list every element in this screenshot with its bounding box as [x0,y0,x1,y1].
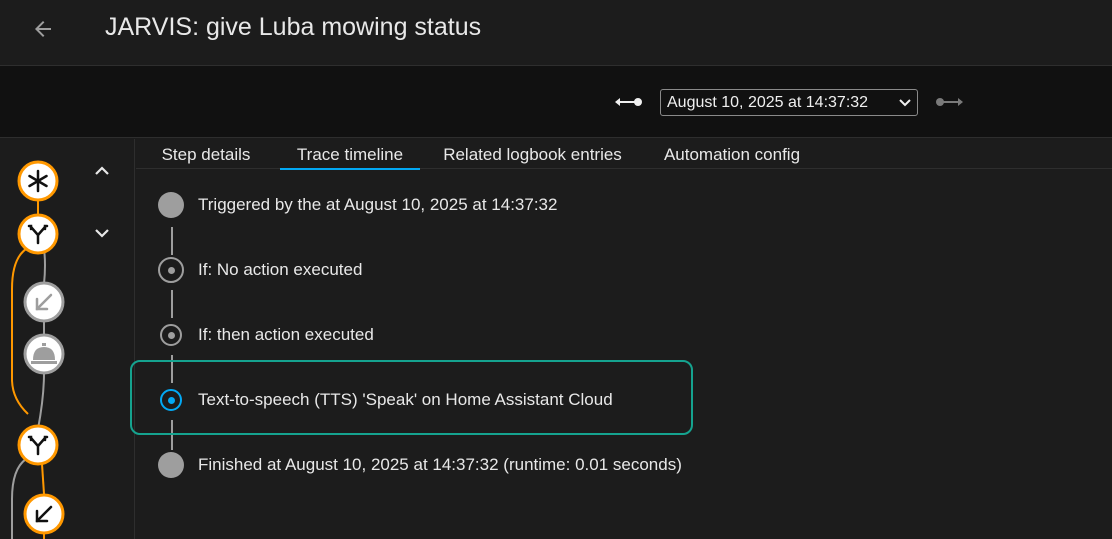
trigger-node[interactable] [17,160,59,202]
tab-trace-timeline[interactable]: Trace timeline [280,139,420,170]
timeline-entry[interactable]: If: No action executed [136,255,1036,285]
timeline-ring-icon [158,257,184,283]
timeline-entry-text: Triggered by the at August 10, 2025 at 1… [198,195,558,214]
tab-step-details[interactable]: Step details [161,139,251,169]
trace-graph [11,160,65,539]
tab-related-logbook-entries[interactable]: Related logbook entries [440,139,625,169]
condition-node[interactable] [17,424,59,466]
older-trace-button[interactable] [932,93,966,111]
next-step-button[interactable] [88,219,116,247]
newer-trace-button[interactable] [612,93,646,111]
timeline-entry[interactable]: Finished at August 10, 2025 at 14:37:32 … [136,450,1036,480]
timeline-active-ring-icon [158,387,184,413]
trace-select-value: August 10, 2025 at 14:37:32 [667,93,869,111]
trace-graph-panel [0,139,135,539]
chevron-up-icon [95,166,109,175]
timeline-entry[interactable]: Triggered by the at August 10, 2025 at 1… [136,190,1036,220]
trace-tabs: Step details Trace timeline Related logb… [136,139,1112,170]
trace-toolbar: August 10, 2025 at 14:37:32 [0,66,1112,138]
older-trace-icon [936,98,963,106]
timeline-dot-icon [158,192,184,218]
chevron-down-icon [95,229,109,238]
chevron-down-icon [899,98,911,107]
timeline-entry-text: Finished at August 10, 2025 at 14:37:32 … [198,455,682,474]
tab-automation-config[interactable]: Automation config [662,139,802,169]
action-node[interactable] [23,281,65,323]
trace-timeline: Triggered by the at August 10, 2025 at 1… [130,170,1112,539]
timeline-entry-text: Text-to-speech (TTS) 'Speak' on Home Ass… [198,390,613,409]
previous-step-button[interactable] [88,157,116,185]
page-title: JARVIS: give Luba mowing status [105,13,482,41]
timeline-entry-text: If: No action executed [198,260,363,279]
timeline-connector [171,227,173,255]
app-header: JARVIS: give Luba mowing status [0,0,1112,66]
timeline-connector [171,290,173,318]
trace-select[interactable]: August 10, 2025 at 14:37:32 [660,89,918,116]
timeline-dot-icon [158,452,184,478]
service-node[interactable] [23,333,65,375]
timeline-entry-selected[interactable]: Text-to-speech (TTS) 'Speak' on Home Ass… [136,385,1036,415]
timeline-ring-icon [158,322,184,348]
arrow-left-icon [35,21,51,37]
back-button[interactable] [28,14,58,44]
timeline-entry[interactable]: If: then action executed [136,320,1036,350]
timeline-entry-text: If: then action executed [198,325,374,344]
newer-trace-icon [615,98,642,106]
action-node[interactable] [23,493,65,535]
condition-node[interactable] [17,213,59,255]
